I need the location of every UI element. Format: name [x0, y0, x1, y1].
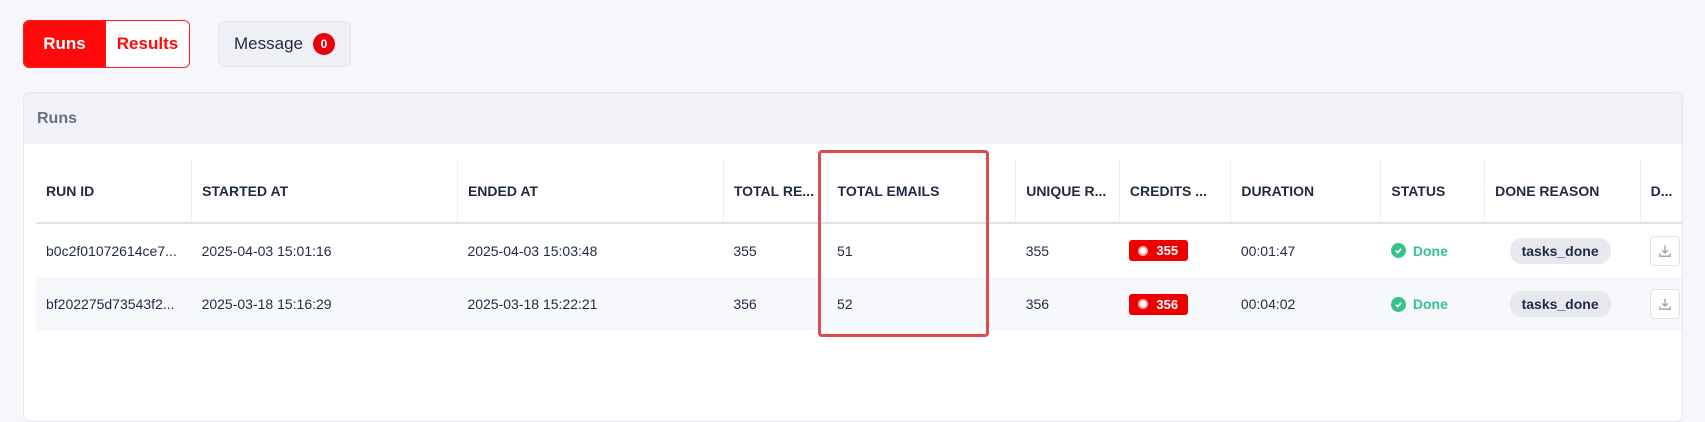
- done-reason-tag: tasks_done: [1509, 237, 1611, 264]
- check-circle-icon: [1390, 243, 1406, 259]
- col-header-credits[interactable]: CREDITS ...: [1119, 159, 1232, 224]
- download-button[interactable]: [1650, 289, 1681, 319]
- cell-ended-at: 2025-03-18 15:22:21: [457, 277, 724, 331]
- col-header-download[interactable]: D...: [1640, 159, 1682, 224]
- coin-icon: [1138, 299, 1149, 309]
- panel-title: Runs: [24, 93, 1682, 144]
- table-header-row: RUN ID STARTED AT ENDED AT TOTAL RE... T…: [36, 159, 1682, 224]
- cell-run-id: b0c2f01072614ce7...: [46, 242, 177, 259]
- table-row[interactable]: bf202275d73543f2... 2025-03-18 15:16:29 …: [36, 277, 1682, 331]
- col-header-status[interactable]: STATUS: [1380, 159, 1486, 224]
- message-button[interactable]: Message 0: [218, 21, 351, 67]
- status-text: Done: [1412, 242, 1448, 259]
- credits-value: 355: [1156, 243, 1179, 258]
- cell-credits: 356: [1119, 277, 1231, 331]
- download-button[interactable]: [1650, 235, 1681, 266]
- view-toggle: Runs Results: [23, 20, 190, 68]
- cell-unique-results: 355: [1025, 242, 1050, 259]
- credits-value: 356: [1156, 296, 1179, 312]
- col-header-duration[interactable]: DURATION: [1230, 159, 1382, 224]
- cell-download: [1640, 277, 1682, 331]
- top-bar: Runs Results Message 0: [23, 20, 351, 68]
- cell-status: Done: [1380, 277, 1485, 331]
- cell-total-emails: 51: [837, 242, 853, 259]
- cell-started-at: 2025-03-18 15:16:29: [191, 277, 458, 331]
- runs-table: RUN ID STARTED AT ENDED AT TOTAL RE... T…: [36, 159, 1682, 331]
- col-header-started-at[interactable]: STARTED AT: [191, 159, 458, 224]
- check-circle-icon: [1390, 296, 1406, 312]
- cell-total-emails: 52: [827, 277, 1016, 331]
- cell-unique-results: 356: [1015, 277, 1120, 331]
- credits-badge: 356: [1129, 293, 1189, 315]
- cell-duration: 00:04:02: [1230, 277, 1381, 331]
- col-header-run-id[interactable]: RUN ID: [36, 159, 193, 224]
- cell-run-id: bf202275d73543f2...: [36, 277, 192, 331]
- download-icon: [1659, 298, 1671, 310]
- col-header-done-reason[interactable]: DONE REASON: [1484, 159, 1641, 224]
- cell-started-at: 2025-04-03 15:01:16: [201, 242, 332, 259]
- cell-duration: 00:01:47: [1240, 242, 1296, 259]
- col-header-unique-results[interactable]: UNIQUE R...: [1015, 159, 1120, 224]
- status-badge: Done: [1390, 296, 1448, 313]
- tab-runs[interactable]: Runs: [24, 21, 105, 67]
- table-row[interactable]: b0c2f01072614ce7... 2025-04-03 15:01:16 …: [36, 223, 1682, 277]
- status-text: Done: [1412, 296, 1448, 313]
- message-label: Message: [234, 34, 303, 53]
- col-header-ended-at[interactable]: ENDED AT: [457, 159, 724, 224]
- cell-done-reason: tasks_done: [1484, 277, 1641, 331]
- credits-badge: 355: [1129, 240, 1189, 261]
- runs-panel: Runs RUN ID STARTED AT ENDED AT TOTAL RE…: [23, 92, 1683, 422]
- col-header-total-results[interactable]: TOTAL RE...: [723, 159, 828, 224]
- cell-total-results: 356: [723, 277, 828, 331]
- cell-credits: 355: [1119, 223, 1230, 277]
- tab-results[interactable]: Results: [105, 21, 189, 67]
- status-badge: Done: [1390, 242, 1448, 259]
- done-reason-tag: tasks_done: [1509, 291, 1611, 317]
- cell-ended-at: 2025-04-03 15:03:48: [467, 242, 598, 259]
- cell-download: [1640, 223, 1682, 277]
- cell-total-results: 355: [733, 242, 757, 259]
- download-icon: [1659, 245, 1671, 257]
- cell-done-reason: tasks_done: [1485, 223, 1641, 277]
- cell-status: Done: [1381, 223, 1485, 277]
- col-header-total-emails[interactable]: TOTAL EMAILS: [827, 159, 1017, 224]
- coin-icon: [1138, 245, 1149, 256]
- message-count-badge: 0: [312, 33, 335, 55]
